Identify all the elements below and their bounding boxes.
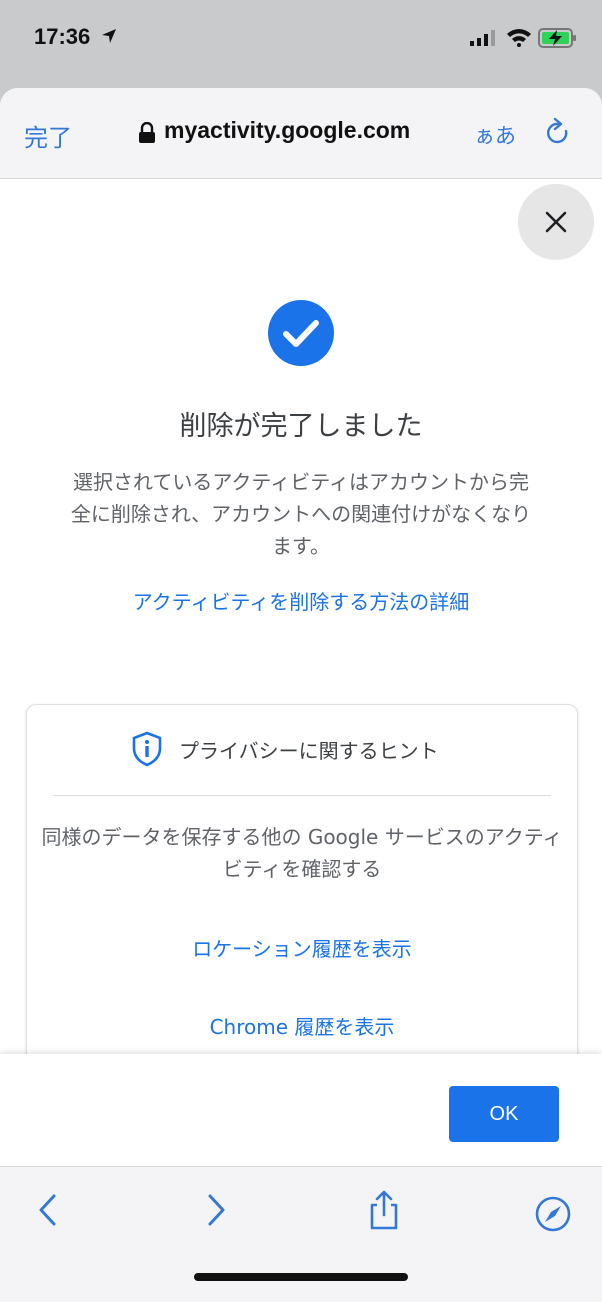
shield-info-icon	[132, 731, 162, 767]
privacy-tips-description: 同様のデータを保存する他の Google サービスのアクティビティを確認する	[41, 825, 563, 881]
home-indicator	[194, 1273, 408, 1281]
battery-charging-icon	[538, 28, 576, 48]
url-text[interactable]: myactivity.google.com	[164, 117, 410, 144]
chrome-history-link[interactable]: Chrome 履歴を表示	[27, 1011, 577, 1040]
done-button[interactable]: 完了	[24, 118, 72, 153]
forward-icon[interactable]	[204, 1193, 228, 1227]
dialog-title: 削除が完了しました	[179, 411, 423, 442]
wifi-icon	[507, 29, 531, 47]
dialog-description: 選択されているアクティビティはアカウントから完全に削除され、アカウントへの関連付…	[70, 470, 532, 558]
safari-compass-icon[interactable]	[534, 1195, 572, 1233]
reload-icon[interactable]	[543, 118, 573, 148]
learn-more-link[interactable]: アクティビティを削除する方法の詳細	[0, 586, 602, 615]
status-bar: 17:36	[0, 0, 602, 80]
check-circle-icon	[268, 300, 334, 366]
close-icon	[545, 211, 567, 233]
privacy-tips-title: プライバシーに関するヒント	[179, 739, 439, 763]
bottom-action-bar: OK	[0, 1054, 602, 1166]
browser-sheet: 完了 myactivity.google.com ぁあ 削除が完了しました 選択…	[0, 88, 602, 1302]
back-icon[interactable]	[36, 1193, 60, 1227]
signal-icon	[470, 30, 495, 46]
url-bar: 完了 myactivity.google.com ぁあ	[0, 88, 602, 179]
ok-button[interactable]: OK	[449, 1086, 559, 1142]
location-history-link[interactable]: ロケーション履歴を表示	[27, 933, 577, 962]
status-time: 17:36	[34, 24, 91, 49]
lock-icon	[139, 122, 155, 143]
close-button[interactable]	[518, 184, 594, 260]
location-arrow-icon	[102, 29, 116, 43]
text-size-button[interactable]: ぁあ	[474, 120, 516, 150]
share-icon[interactable]	[366, 1189, 402, 1231]
safari-toolbar	[0, 1166, 602, 1302]
divider	[53, 795, 551, 796]
